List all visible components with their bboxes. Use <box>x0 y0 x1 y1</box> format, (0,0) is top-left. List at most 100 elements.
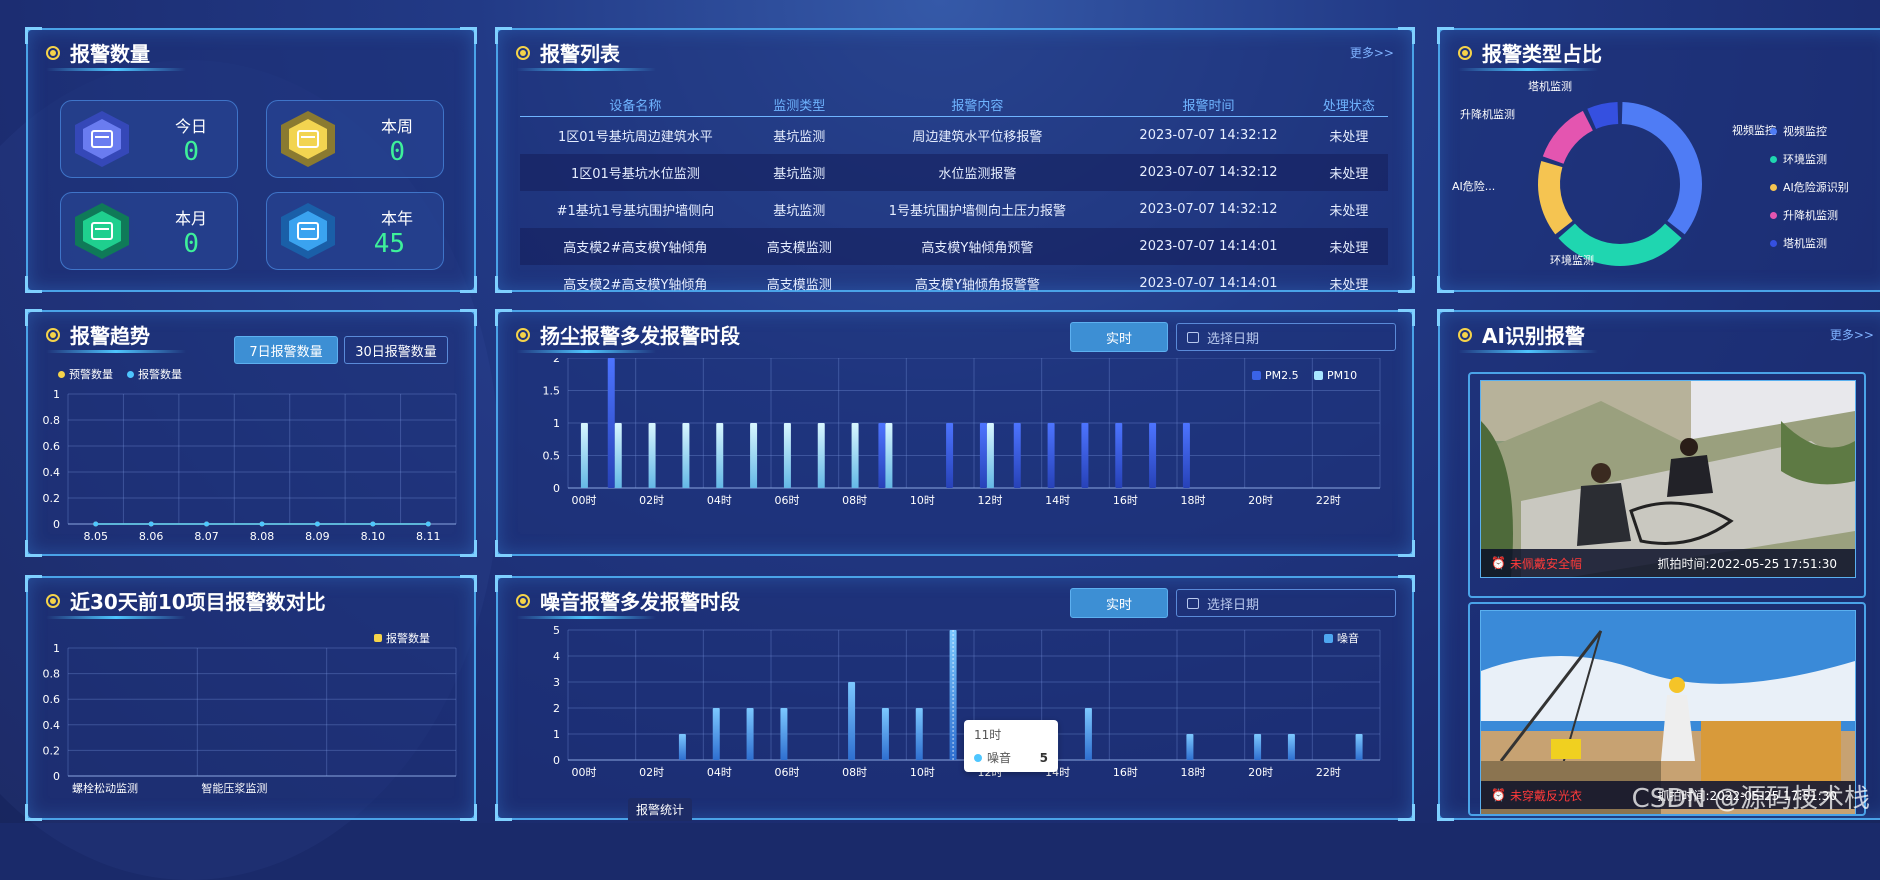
y-tick-label: 0.6 <box>43 440 61 453</box>
date-picker-input[interactable]: 选择日期 <box>1176 323 1396 351</box>
bar-PM2.5-14时 <box>1047 423 1055 488</box>
bar-PM10-01时 <box>614 423 622 488</box>
more-link[interactable]: 更多>> <box>1830 326 1874 343</box>
stat-label: 本月 <box>174 209 207 228</box>
x-tick-label: 02时 <box>639 766 664 779</box>
x-tick-label: 16时 <box>1113 494 1138 507</box>
table-cell: 基坑监测 <box>773 130 826 145</box>
bar-PM10-02时 <box>648 423 656 488</box>
x-tick-label: 08时 <box>842 494 867 507</box>
dust-alarm-title: 扬尘报警多发报警时段 <box>516 320 740 349</box>
x-tick-label: 8.08 <box>250 530 275 543</box>
bar-PM10-00时 <box>580 423 588 488</box>
more-link[interactable]: 更多>> <box>1350 44 1394 61</box>
statistics-tab[interactable]: 报警统计 <box>628 798 693 821</box>
y-tick-label: 1 <box>553 728 560 741</box>
alarm-count-title: 报警数量 <box>46 38 150 67</box>
y-tick-label: 0.6 <box>43 693 61 706</box>
pie-outer-label-left: AI危险... <box>1452 180 1496 193</box>
table-cell: 高支模监测 <box>766 278 832 293</box>
table-cell: 2023-07-07 14:32:12 <box>1139 202 1278 217</box>
bar-PM2.5-16时 <box>1115 423 1123 488</box>
top10-panel: 近30天前10项目报警数对比 报警数量 0 0.2 0.4 0.6 0.8 1 螺栓松动监测… <box>25 575 477 821</box>
legend-item[interactable]: 塔机监测 <box>1770 230 1849 258</box>
table-cell: 高支模Y轴倾角报警警 <box>914 278 1040 293</box>
x-tick-label: 06时 <box>775 766 800 779</box>
table-cell: #1基坑1号基坑围护墙侧向 <box>556 204 715 219</box>
legend-item[interactable]: 环境监测 <box>1770 146 1849 174</box>
table-row[interactable]: 高支模2#高支模Y轴倾角 高支模监测 高支模Y轴倾角报警警 2023-07-07… <box>520 265 1388 302</box>
title-dot-icon <box>516 593 530 608</box>
table-cell: 2023-07-07 14:14:01 <box>1107 228 1310 265</box>
stat-value: 0 <box>389 137 405 167</box>
capture-time: 抓拍时间:2022-05-25 17:51:30 <box>1657 556 1838 571</box>
30-day-button[interactable]: 30日报警数量 <box>344 336 448 364</box>
y-tick-label: 0 <box>53 770 60 783</box>
pie-slice-升降机监测 <box>1542 110 1593 164</box>
7-day-button[interactable]: 7日报警数量 <box>234 336 338 364</box>
pie-slice-AI危险源识别 <box>1538 161 1573 235</box>
table-row[interactable]: #1基坑1号基坑围护墙侧向 基坑监测 1号基坑围护墙侧向土压力报警 2023-0… <box>520 191 1388 228</box>
chart-icon <box>281 203 335 259</box>
table-cell: 基坑监测 <box>750 154 848 191</box>
date-picker-input[interactable]: 选择日期 <box>1176 589 1396 617</box>
bar-PM10-05时 <box>750 423 758 488</box>
bar-噪音-04时 <box>712 708 720 760</box>
title-dot-icon <box>516 327 530 342</box>
y-tick-label: 0.8 <box>43 668 61 681</box>
top10-title: 近30天前10项目报警数对比 <box>46 586 326 615</box>
table-cell: 周边建筑水平位移报警 <box>912 130 1043 145</box>
bar-PM2.5-09时 <box>878 423 886 488</box>
bar-PM10-08时 <box>851 423 859 488</box>
alarm-table: 设备名称 监测类型 报警内容 报警时间 处理状态 1区01号基坑周边建筑水平 基… <box>520 92 1388 302</box>
tooltip-series: 噪音 <box>987 751 1012 765</box>
y-tick-label: 1 <box>553 417 560 430</box>
table-row[interactable]: 1区01号基坑水位监测 基坑监测 水位监测报警 2023-07-07 14:32… <box>520 154 1388 191</box>
bar-PM2.5-17时 <box>1149 423 1157 488</box>
bar-PM2.5-11时 <box>946 423 954 488</box>
data-point <box>370 521 376 527</box>
legend-item[interactable]: 视频监控 <box>1770 118 1849 146</box>
bar-PM2.5-01时 <box>607 358 615 488</box>
bar-PM2.5-12时 <box>979 423 987 488</box>
ai-snapshot-card[interactable]: ⏰ 未佩戴安全帽 抓拍时间:2022-05-25 17:51:30 <box>1468 372 1866 598</box>
x-tick-label: 06时 <box>775 494 800 507</box>
x-tick-label: 20时 <box>1248 766 1273 779</box>
bar-噪音-05时 <box>746 708 754 760</box>
y-tick-label: 1.5 <box>543 385 561 398</box>
bar-噪音-20时 <box>1254 734 1262 760</box>
bar-噪音-21时 <box>1287 734 1295 760</box>
snapshot-image: ⏰ 未佩戴安全帽 抓拍时间:2022-05-25 17:51:30 <box>1480 380 1856 578</box>
realtime-button[interactable]: 实时 <box>1070 322 1168 352</box>
dust-alarm-panel: 扬尘报警多发报警时段 实时 选择日期 00.511.52(μg/m³)00时02… <box>495 309 1415 557</box>
x-tick-label: 08时 <box>842 766 867 779</box>
table-cell: 1号基坑围护墙侧向土压力报警 <box>888 204 1067 219</box>
stat-card-month: 本月 0 <box>60 192 238 270</box>
y-tick-label: 1 <box>53 388 60 401</box>
legend-item[interactable]: 升降机监测 <box>1770 202 1849 230</box>
y-tick-label: 2 <box>553 702 560 715</box>
noise-bar-chart: 012345(dB)00时02时04时06时08时10时12时14时16时18时… <box>553 624 1381 779</box>
stat-label: 本周 <box>380 117 413 136</box>
calendar-icon <box>75 111 129 167</box>
table-row[interactable]: 1区01号基坑周边建筑水平 基坑监测 周边建筑水平位移报警 2023-07-07… <box>520 117 1388 155</box>
bar-PM2.5-18时 <box>1182 423 1190 488</box>
data-point <box>314 521 320 527</box>
column-header: 报警时间 <box>1107 92 1310 117</box>
x-tick-label: 14时 <box>1045 494 1070 507</box>
table-cell: 水位监测报警 <box>847 154 1108 191</box>
calendar-icon <box>1187 331 1199 343</box>
alarm-trend-line-chart: 0 0.2 0.4 0.6 0.8 1 8.05 8.06 8.07 8.08 8.09 8.10 8.… <box>43 388 457 543</box>
legend-item[interactable]: AI危险源识别 <box>1770 174 1849 202</box>
realtime-button[interactable]: 实时 <box>1070 588 1168 618</box>
stat-card-week: 本周 0 <box>266 100 444 178</box>
bar-PM10-09时 <box>885 423 893 488</box>
x-tick-label: 18时 <box>1181 494 1206 507</box>
bar-PM10-07时 <box>817 423 825 488</box>
table-row[interactable]: 高支模2#高支模Y轴倾角 高支模监测 高支模Y轴倾角预警 2023-07-07 … <box>520 228 1388 265</box>
alarm-type-title: 报警类型占比 <box>1458 38 1602 67</box>
y-tick-label: 5 <box>553 624 560 637</box>
stat-value: 45 <box>373 229 405 259</box>
x-tick-label: 10时 <box>910 494 935 507</box>
table-cell: 2023-07-07 14:32:12 <box>1139 128 1278 143</box>
